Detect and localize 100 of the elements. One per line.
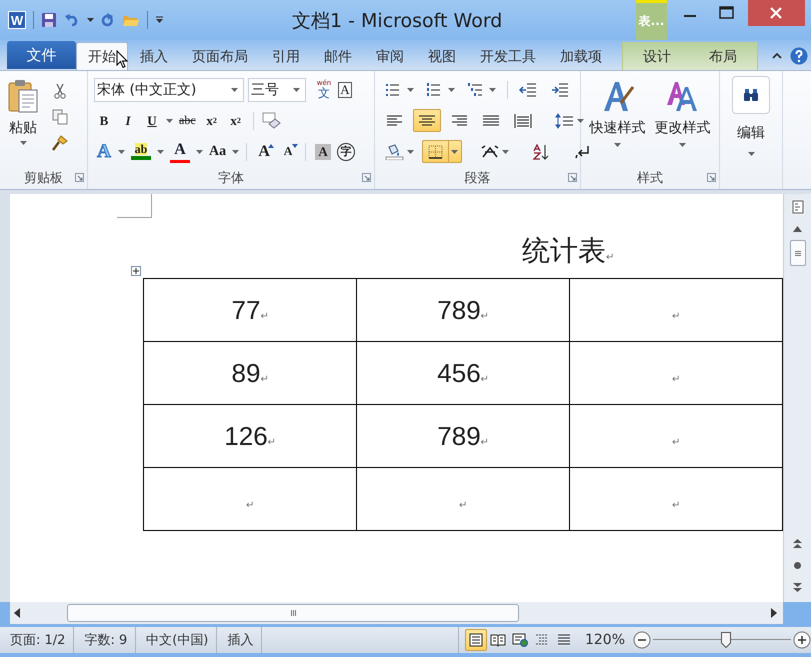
italic-button[interactable]: I <box>118 110 138 132</box>
crop-mark <box>117 194 152 218</box>
caret-icon[interactable] <box>87 18 94 22</box>
ribbon-tab[interactable]: 插入 <box>128 42 180 70</box>
change-styles-button[interactable]: 更改样式 <box>654 79 710 167</box>
ribbon-tab[interactable]: 开始 <box>76 42 128 70</box>
case-button[interactable]: Aa <box>207 140 228 162</box>
borders-button[interactable] <box>422 140 462 163</box>
paste-button[interactable]: 粘贴 <box>6 79 40 167</box>
document-heading: 统计表↵ <box>522 233 614 269</box>
eraser-icon[interactable] <box>260 112 281 130</box>
previous-page-icon[interactable] <box>793 539 802 549</box>
caret-icon[interactable] <box>196 150 203 154</box>
word-logo[interactable]: W <box>8 11 26 29</box>
caret-icon[interactable] <box>166 118 173 122</box>
ribbon-tab[interactable]: 加载项 <box>548 42 614 70</box>
table-cell: ↵ <box>356 468 570 530</box>
caret-icon[interactable] <box>748 152 754 156</box>
caret-icon[interactable] <box>489 88 496 92</box>
caret-icon[interactable] <box>118 150 125 154</box>
caret-icon[interactable] <box>293 88 300 92</box>
sort-icon <box>531 144 551 160</box>
dialog-launcher-icon[interactable] <box>707 173 716 182</box>
font-name-field[interactable]: 宋体 (中文正文) <box>94 78 244 102</box>
zoom-slider[interactable] <box>653 631 791 649</box>
slider-thumb[interactable] <box>721 632 732 648</box>
enclose-button[interactable]: 字 <box>337 142 356 160</box>
help-icon[interactable] <box>790 47 808 65</box>
ribbon-tab[interactable]: 引用 <box>260 42 312 70</box>
copy-icon[interactable] <box>52 109 68 125</box>
print-view-button[interactable] <box>464 629 487 651</box>
next-page-icon[interactable] <box>793 582 802 592</box>
save-icon[interactable] <box>41 12 57 28</box>
dialog-launcher-icon[interactable] <box>362 173 371 182</box>
ribbon-tab[interactable]: 设计 <box>631 42 683 70</box>
caret-icon[interactable] <box>448 88 455 92</box>
scroll-thumb[interactable] <box>67 604 519 622</box>
format-painter-icon[interactable] <box>52 135 68 151</box>
customize-icon[interactable] <box>155 16 164 24</box>
ribbon-tab[interactable]: 布局 <box>697 42 749 70</box>
caret-icon[interactable] <box>231 88 238 92</box>
caret-icon[interactable] <box>407 88 414 92</box>
table-move-handle-icon[interactable] <box>131 266 141 276</box>
caret-icon[interactable] <box>407 150 414 154</box>
status-item[interactable]: 中文(中国) <box>136 627 218 653</box>
status-item[interactable]: 页面: 1/2 <box>0 627 74 653</box>
dialog-launcher-icon[interactable] <box>75 173 84 182</box>
fontcolor-button[interactable]: A <box>168 140 192 162</box>
zoom-level[interactable]: 120% <box>584 632 625 648</box>
strike-button[interactable]: abc <box>177 110 198 132</box>
close-button[interactable] <box>748 0 805 26</box>
undo-icon[interactable] <box>64 12 80 28</box>
browse-object-icon[interactable] <box>793 561 802 570</box>
ruler-icon[interactable] <box>792 200 804 214</box>
scroll-thumb[interactable] <box>790 240 806 266</box>
zoom-out-icon[interactable] <box>633 631 651 649</box>
editing-button[interactable]: 编辑 <box>726 76 776 156</box>
draft-lines-icon <box>556 633 572 647</box>
caret-icon[interactable] <box>577 118 584 122</box>
asian-layout-icon <box>480 144 500 160</box>
grow-button[interactable]: A <box>254 140 274 162</box>
window-title: 文档1 - Microsoft Word <box>292 9 502 34</box>
group-label: 段落 <box>464 170 490 187</box>
shrink-button[interactable]: A <box>278 140 298 162</box>
caret-icon[interactable] <box>157 150 164 154</box>
underline-button[interactable]: U <box>142 110 162 132</box>
scissors-icon[interactable] <box>52 83 68 99</box>
caret-icon[interactable] <box>232 150 240 154</box>
caret-icon[interactable] <box>502 150 509 154</box>
vertical-scrollbar[interactable] <box>783 194 811 602</box>
character-border-button[interactable]: A <box>338 82 352 98</box>
quick-styles-button[interactable]: 快速样式 <box>590 79 646 167</box>
status-item[interactable]: 插入 <box>217 627 262 653</box>
scroll-right-icon[interactable] <box>771 608 777 618</box>
bold-button[interactable]: B <box>94 110 114 132</box>
scroll-up-icon[interactable] <box>793 226 802 232</box>
dialog-launcher-icon[interactable] <box>568 173 577 182</box>
horizontal-scrollbar[interactable] <box>10 602 783 624</box>
font-size-field[interactable]: 三号 <box>248 78 306 102</box>
zoom-in-icon[interactable] <box>793 631 811 649</box>
table-cell: ↵ <box>570 278 782 342</box>
caret-icon[interactable] <box>614 143 621 147</box>
caret-icon[interactable] <box>20 141 26 145</box>
clipboard-icon <box>8 79 38 113</box>
table-cell: 789↵ <box>356 404 570 468</box>
ribbon-tab[interactable]: 页面布局 <box>180 42 260 70</box>
collapse-ribbon-icon[interactable] <box>772 52 782 60</box>
ribbon-tab[interactable]: 开发工具 <box>468 42 548 70</box>
scroll-left-icon[interactable] <box>14 608 20 618</box>
redo-icon[interactable] <box>101 12 115 28</box>
highlight-button[interactable]: ab <box>129 140 153 162</box>
ribbon-tab[interactable]: 邮件 <box>312 42 364 70</box>
caret-icon[interactable] <box>679 143 686 147</box>
status-item[interactable]: 字数: 9 <box>74 627 136 653</box>
file-tab[interactable]: 文件 <box>7 41 76 69</box>
center-button[interactable] <box>413 109 441 132</box>
caret-icon[interactable] <box>451 150 458 154</box>
ribbon-tab[interactable]: 审阅 <box>364 42 416 70</box>
mouse-cursor-icon <box>116 50 128 69</box>
ribbon-tab[interactable]: 视图 <box>416 42 468 70</box>
